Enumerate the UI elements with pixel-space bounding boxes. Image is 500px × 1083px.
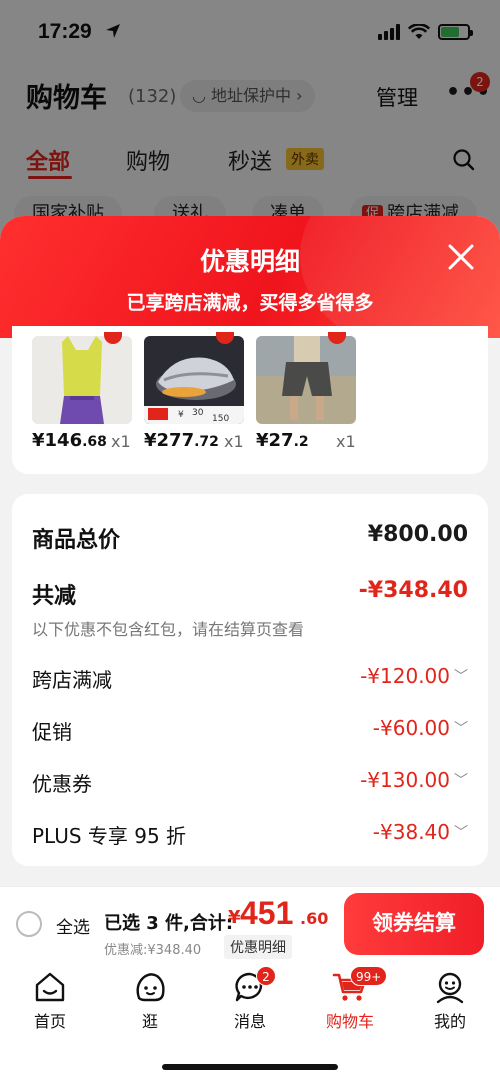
home-indicator: [162, 1064, 338, 1070]
chevron-down-icon: ﹀: [454, 669, 468, 685]
checkout-bar: 全选 已选 3 件,合计: ¥ 451 .60 优惠减:¥348.40 优惠明细…: [0, 886, 500, 962]
tab-label: 购物车: [325, 1012, 374, 1031]
discount-detail-sheet: 优惠明细 已享跨店满减，买得多省得多 ¥ 30 150 ¥146.68 x1 ¥…: [0, 216, 500, 886]
discount-value: -¥120.00 ﹀: [360, 664, 468, 688]
discount-summary: 优惠减:¥348.40: [104, 943, 202, 958]
browse-face-icon: [136, 973, 165, 1002]
tab-label: 逛: [141, 1012, 158, 1031]
total-value: ¥800.00: [367, 522, 468, 547]
home-icon: [35, 972, 65, 1002]
chevron-down-icon: ﹀: [454, 721, 468, 737]
close-icon[interactable]: [444, 240, 478, 274]
total-amount-decimal: .60: [300, 909, 329, 928]
discount-label: 优惠券: [32, 772, 92, 796]
reduce-value: -¥348.40: [358, 578, 468, 603]
product-qty: x1: [336, 432, 356, 451]
price-summary-card: 商品总价 ¥800.00 共减 -¥348.40 以下优惠不包含红包，请在结算页…: [12, 494, 488, 866]
discount-value: -¥130.00 ﹀: [360, 768, 468, 792]
sheet-header: 优惠明细 已享跨店满减，买得多省得多: [0, 216, 500, 356]
product-image[interactable]: [32, 336, 132, 424]
discount-detail-link[interactable]: 优惠明细: [224, 935, 292, 959]
total-amount-integer: 451: [240, 895, 294, 931]
checkout-button[interactable]: 领券结算: [344, 893, 484, 955]
shoe-tag-150: 150: [212, 414, 230, 424]
product-tanktop-image: [32, 336, 132, 424]
product-shorts-image: [256, 336, 356, 424]
product-price: ¥27.2: [256, 430, 309, 451]
message-badge: 2: [256, 966, 276, 986]
product-qty: x1: [224, 432, 244, 451]
total-label: 商品总价: [32, 528, 121, 553]
sheet-title: 优惠明细: [199, 247, 300, 276]
discount-value: -¥60.00 ﹀: [372, 716, 468, 740]
total-currency: ¥: [228, 907, 241, 928]
cart-badge: 99+: [350, 966, 388, 986]
tab-cart[interactable]: 购物车 99+: [300, 966, 400, 1032]
reduce-label: 共减: [32, 584, 77, 609]
discount-note: 以下优惠不包含红包，请在结算页查看: [32, 620, 305, 639]
tab-label: 首页: [33, 1012, 66, 1031]
product-qty: x1: [111, 432, 131, 451]
shoe-tag-yen: ¥: [178, 410, 184, 420]
tab-messages[interactable]: 消息 2: [200, 966, 300, 1032]
products-card: ¥ 30 150 ¥146.68 x1 ¥277.72 x1 ¥27.2 x1: [12, 326, 488, 474]
shoe-tag-30: 30: [192, 408, 204, 418]
profile-icon: [436, 972, 464, 1004]
product-price: ¥277.72: [144, 430, 219, 451]
tab-profile[interactable]: 我的: [400, 970, 500, 1032]
chevron-down-icon: ﹀: [454, 773, 468, 789]
chevron-down-icon: ﹀: [454, 825, 468, 841]
select-all-checkbox[interactable]: [16, 911, 42, 937]
tab-label: 我的: [433, 1012, 466, 1031]
discount-label: PLUS 专享 95 折: [32, 824, 187, 848]
sheet-subtitle: 已享跨店满减，买得多省得多: [126, 292, 374, 314]
discount-label: 促销: [32, 720, 72, 744]
discount-label: 跨店满减: [32, 668, 112, 692]
product-price: ¥146.68: [32, 430, 107, 451]
tab-label: 消息: [233, 1012, 266, 1031]
tab-browse[interactable]: 逛: [100, 970, 200, 1032]
product-image[interactable]: [256, 336, 356, 424]
discount-value: -¥38.40 ﹀: [372, 820, 468, 844]
select-all-label[interactable]: 全选: [56, 913, 90, 938]
selected-count: 已选 3 件,合计:: [104, 913, 234, 934]
tab-home[interactable]: 首页: [0, 970, 100, 1032]
